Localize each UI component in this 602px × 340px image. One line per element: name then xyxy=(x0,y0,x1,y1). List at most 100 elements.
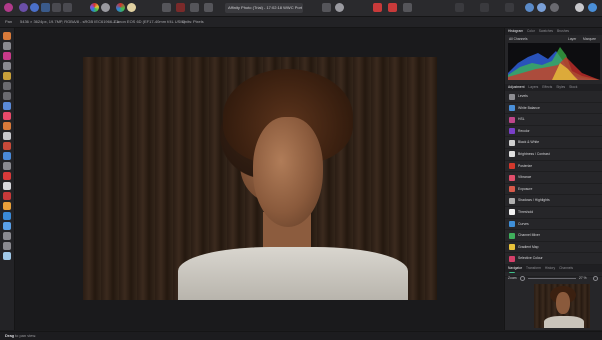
alignment-icon[interactable] xyxy=(322,3,331,12)
levels-icon[interactable] xyxy=(101,3,110,12)
help-icon[interactable] xyxy=(550,3,559,12)
transparency-tool-icon[interactable] xyxy=(3,222,11,230)
adjustment-swatch-icon xyxy=(509,139,515,146)
document-canvas[interactable] xyxy=(15,28,503,330)
adjustment-swatch-icon xyxy=(509,255,515,262)
tab-adjustment[interactable]: Adjustment xyxy=(508,84,525,91)
mesh-warp-icon[interactable] xyxy=(3,232,11,240)
gradient-tool-icon[interactable] xyxy=(3,212,11,220)
tab-brushes[interactable]: Brushes xyxy=(557,28,569,35)
white-balance-icon[interactable] xyxy=(127,3,136,12)
dodge-brush-icon[interactable] xyxy=(3,132,11,140)
layer-option[interactable]: Layer xyxy=(568,35,576,43)
tab-stock[interactable]: Stock xyxy=(569,84,577,91)
tab-histogram[interactable]: Histogram xyxy=(508,28,523,35)
adjustment-item[interactable]: Curves xyxy=(505,219,602,231)
adjustment-label: Gradient Map xyxy=(518,244,539,249)
camera-icon[interactable] xyxy=(537,3,546,12)
adjustment-item[interactable]: Posterize xyxy=(505,161,602,173)
develop-persona-icon[interactable] xyxy=(41,3,50,12)
liquify-persona-icon[interactable] xyxy=(30,3,39,12)
context-toolbar: Pan 5436 × 3624px, 19.7MP, RGBA/8 - sRGB… xyxy=(0,17,602,28)
zoom-slider[interactable] xyxy=(528,277,576,279)
pen-tool-icon[interactable] xyxy=(3,182,11,190)
main-toolbar: Affinity Photo (Trial) - 17:02:18 WWC Po… xyxy=(0,0,602,17)
adjustment-item[interactable]: Channel Mixer xyxy=(505,230,602,242)
view-mode-icon[interactable] xyxy=(505,3,514,12)
thumb-shirt xyxy=(544,316,584,328)
histogram-tabs: Histogram Color Swatches Brushes xyxy=(505,28,602,35)
flood-fill-icon[interactable] xyxy=(3,102,11,110)
marquee-icon[interactable] xyxy=(190,3,199,12)
inpainting-icon[interactable] xyxy=(403,3,412,12)
adjustment-label: Levels xyxy=(518,94,528,98)
red-eye-icon[interactable] xyxy=(3,172,11,180)
tab-styles[interactable]: Styles xyxy=(556,84,565,91)
adjustment-item[interactable]: Shadows / Highlights xyxy=(505,195,602,207)
export-persona-icon[interactable] xyxy=(63,3,72,12)
adjustment-item[interactable]: Selective Colour xyxy=(505,253,602,265)
snapping-icon[interactable] xyxy=(176,3,185,12)
crop-icon[interactable] xyxy=(204,3,213,12)
adjustment-item[interactable]: White Balance xyxy=(505,103,602,115)
arrange-icon[interactable] xyxy=(455,3,464,12)
adjustment-item[interactable]: Levels xyxy=(505,91,602,103)
erase-brush-icon[interactable] xyxy=(3,122,11,130)
studio-icon[interactable] xyxy=(525,3,534,12)
tab-color[interactable]: Color xyxy=(527,28,535,35)
zoom-out-icon[interactable] xyxy=(520,275,525,281)
portrait-photo[interactable] xyxy=(83,57,437,300)
zoom-tool-icon[interactable] xyxy=(3,242,11,250)
units-select[interactable]: Pixels xyxy=(193,17,204,27)
adjustment-item[interactable]: Gradient Map xyxy=(505,242,602,254)
tab-transform[interactable]: Transform xyxy=(526,265,541,272)
selection-brush-tool-icon[interactable] xyxy=(3,72,11,80)
zoom-in-icon[interactable] xyxy=(593,275,598,281)
adjustment-item[interactable]: Recolor xyxy=(505,126,602,138)
flood-select-icon[interactable] xyxy=(3,82,11,90)
refine-selection-icon[interactable] xyxy=(388,3,397,12)
marquee-tool-icon[interactable] xyxy=(3,92,11,100)
color-wheel-icon[interactable] xyxy=(90,3,99,12)
marquee-option[interactable]: Marquee xyxy=(583,35,596,43)
healing-brush-icon[interactable] xyxy=(3,162,11,170)
document-title[interactable]: Affinity Photo (Trial) - 17:02:18 WWC Po… xyxy=(225,3,303,13)
account-icon[interactable] xyxy=(575,3,584,12)
tab-history[interactable]: History xyxy=(545,265,555,272)
paint-brush-icon[interactable] xyxy=(3,112,11,120)
photo-persona-icon[interactable] xyxy=(19,3,28,12)
tone-map-persona-icon[interactable] xyxy=(52,3,61,12)
clone-brush-icon[interactable] xyxy=(3,142,11,150)
color-picker-icon[interactable] xyxy=(3,52,11,60)
assistant-icon[interactable] xyxy=(162,3,171,12)
move-tool-icon[interactable] xyxy=(3,32,11,40)
navigator-thumbnail[interactable] xyxy=(534,284,590,328)
adjustment-label: Posterize xyxy=(518,163,533,168)
units-label: Units: xyxy=(182,19,193,24)
navigator-tabs: Navigator Transform History Channels xyxy=(505,265,602,272)
selection-brush-icon[interactable] xyxy=(373,3,382,12)
adjustment-item[interactable]: Exposure xyxy=(505,184,602,196)
tab-navigator[interactable]: Navigator xyxy=(508,265,522,272)
tab-swatches[interactable]: Swatches xyxy=(539,28,553,35)
distribute-icon[interactable] xyxy=(480,3,489,12)
tab-layers[interactable]: Layers xyxy=(528,84,538,91)
tab-channels[interactable]: Channels xyxy=(559,265,573,272)
color-swatch-icon[interactable] xyxy=(3,252,11,260)
share-icon[interactable] xyxy=(588,3,597,12)
tab-effects[interactable]: Effects xyxy=(542,84,552,91)
adjustment-item[interactable]: Black & White xyxy=(505,137,602,149)
zoom-value[interactable]: 27 % xyxy=(579,274,587,282)
adjustment-item[interactable]: Vibrance xyxy=(505,172,602,184)
adjustment-item[interactable]: Threshold xyxy=(505,207,602,219)
quick-mask-icon[interactable] xyxy=(335,3,344,12)
adjustment-item[interactable]: HSL xyxy=(505,114,602,126)
crop-tool-icon[interactable] xyxy=(3,62,11,70)
channel-select[interactable]: All Channels xyxy=(509,35,528,43)
shape-tool-icon[interactable] xyxy=(3,192,11,200)
view-tool-icon[interactable] xyxy=(3,42,11,50)
text-tool-icon[interactable] xyxy=(3,202,11,210)
adjustment-item[interactable]: Brightness / Contrast xyxy=(505,149,602,161)
hsl-icon[interactable] xyxy=(116,3,125,12)
blur-brush-icon[interactable] xyxy=(3,152,11,160)
